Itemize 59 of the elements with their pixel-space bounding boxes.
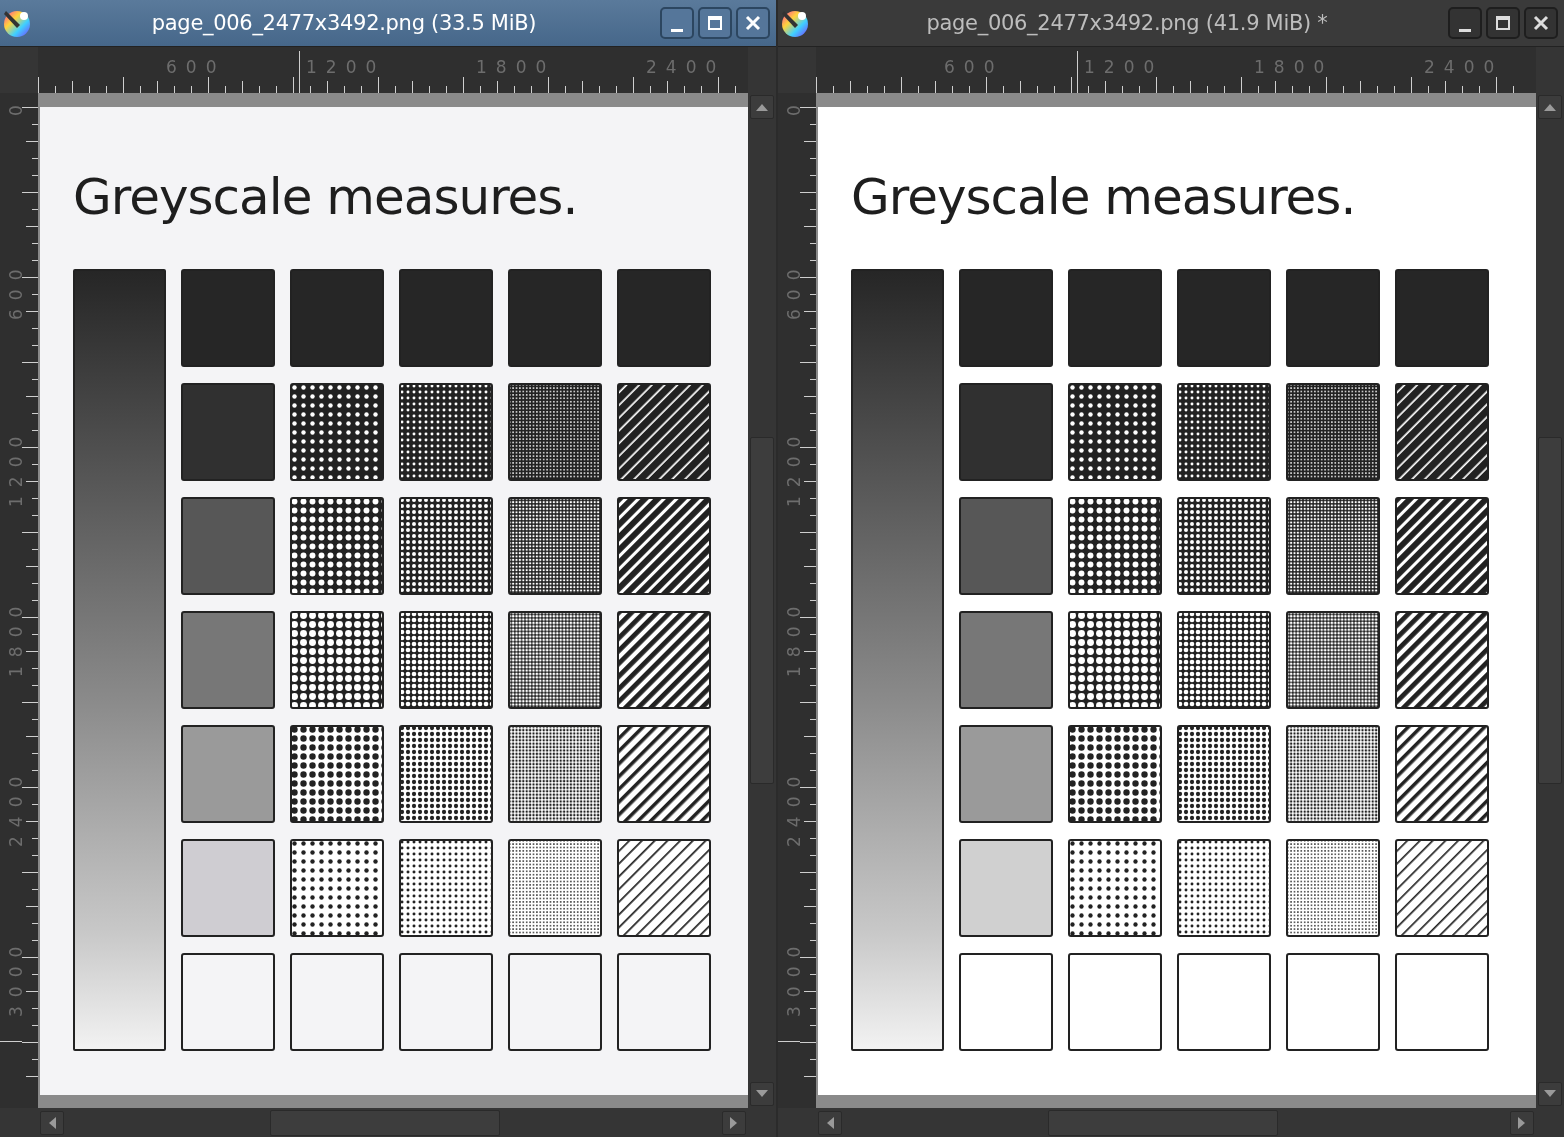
cursor-guide-line: [778, 1041, 800, 1043]
scroll-up-button[interactable]: [1538, 95, 1562, 119]
close-button[interactable]: [1524, 7, 1558, 39]
ruler-label: 1200: [6, 427, 26, 507]
ruler-label: 0: [784, 96, 804, 116]
maximize-icon: [1495, 15, 1511, 31]
minimize-icon: [671, 28, 683, 32]
scroll-down-button[interactable]: [750, 1082, 774, 1106]
ruler-label: 600: [6, 260, 26, 320]
ruler-label: 2400: [784, 767, 804, 847]
ruler-label: 3000: [784, 937, 804, 1017]
close-icon: [745, 15, 761, 31]
app-icon: [2, 8, 32, 38]
minimize-icon: [1459, 28, 1471, 32]
scroll-right-button[interactable]: [1510, 1110, 1534, 1135]
close-icon: [1533, 15, 1549, 31]
ruler-label: 1800: [784, 597, 804, 677]
window-title: page_006_2477x3492.png (33.5 MiB): [150, 11, 538, 35]
right-arrow-icon: [730, 1116, 738, 1129]
scroll-left-button[interactable]: [818, 1110, 842, 1135]
ruler-label: 2400: [6, 767, 26, 847]
page-heading: Greyscale measures.: [73, 167, 578, 228]
cursor-guide-line: [1077, 51, 1079, 93]
ruler-label: 0: [6, 96, 26, 116]
ruler-label: 1800: [1254, 57, 1334, 77]
minimize-button[interactable]: [660, 7, 694, 39]
close-button[interactable]: [736, 7, 770, 39]
down-arrow-icon: [756, 1090, 768, 1098]
cursor-guide-line: [0, 1041, 22, 1043]
maximize-button[interactable]: [698, 7, 732, 39]
up-arrow-icon: [1544, 103, 1556, 111]
ruler-label: 600: [166, 57, 226, 77]
up-arrow-icon: [756, 103, 768, 111]
cursor-guide-line: [299, 51, 301, 93]
maximize-button[interactable]: [1486, 7, 1520, 39]
ruler-label: 600: [784, 260, 804, 320]
ruler-label: 600: [944, 57, 1004, 77]
ruler-label: 1800: [6, 597, 26, 677]
window-title: page_006_2477x3492.png (41.9 MiB) *: [925, 11, 1329, 35]
ruler-label: 1200: [306, 57, 386, 77]
scroll-left-button[interactable]: [40, 1110, 64, 1135]
ruler-label: 1800: [476, 57, 556, 77]
ruler-label: 1200: [784, 427, 804, 507]
scrollbar-thumb[interactable]: [1048, 1109, 1278, 1136]
left-arrow-icon: [826, 1116, 834, 1129]
scroll-right-button[interactable]: [722, 1110, 746, 1135]
right-arrow-icon: [1518, 1116, 1526, 1129]
scroll-down-button[interactable]: [1538, 1082, 1562, 1106]
ruler-label: 2400: [646, 57, 726, 77]
scrollbar-thumb[interactable]: [270, 1109, 500, 1136]
page-heading: Greyscale measures.: [851, 167, 1356, 228]
maximize-icon: [707, 15, 723, 31]
down-arrow-icon: [1544, 1090, 1556, 1098]
ruler-label: 2400: [1424, 57, 1504, 77]
left-arrow-icon: [48, 1116, 56, 1129]
ruler-label: 1200: [1084, 57, 1164, 77]
scroll-up-button[interactable]: [750, 95, 774, 119]
ruler-label: 3000: [6, 937, 26, 1017]
minimize-button[interactable]: [1448, 7, 1482, 39]
